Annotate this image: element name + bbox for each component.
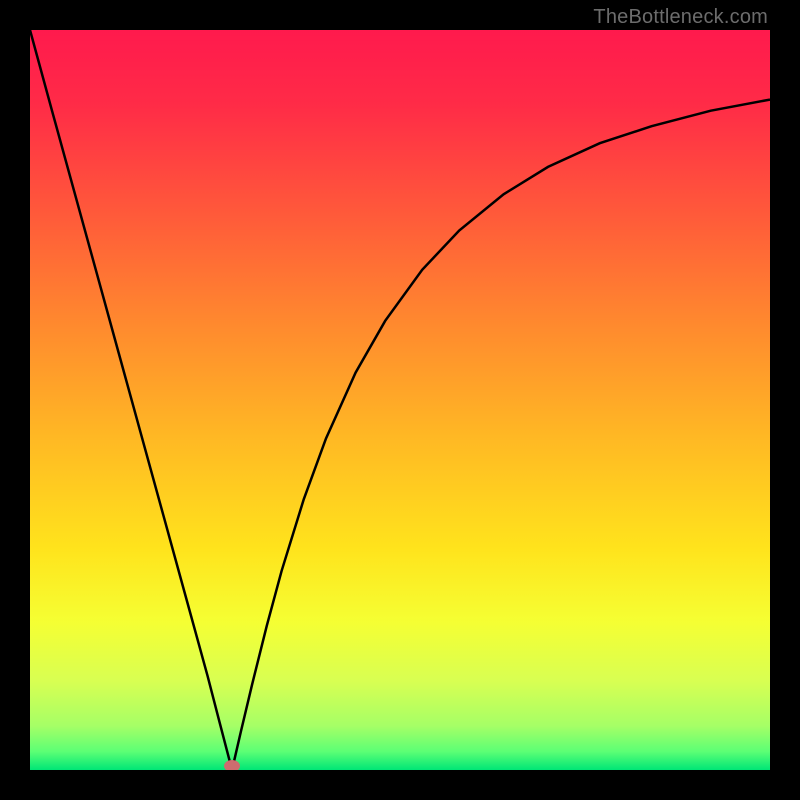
gradient-background <box>30 30 770 770</box>
chart-frame: TheBottleneck.com <box>0 0 800 800</box>
watermark-text: TheBottleneck.com <box>593 6 768 29</box>
plot-area <box>30 30 770 770</box>
